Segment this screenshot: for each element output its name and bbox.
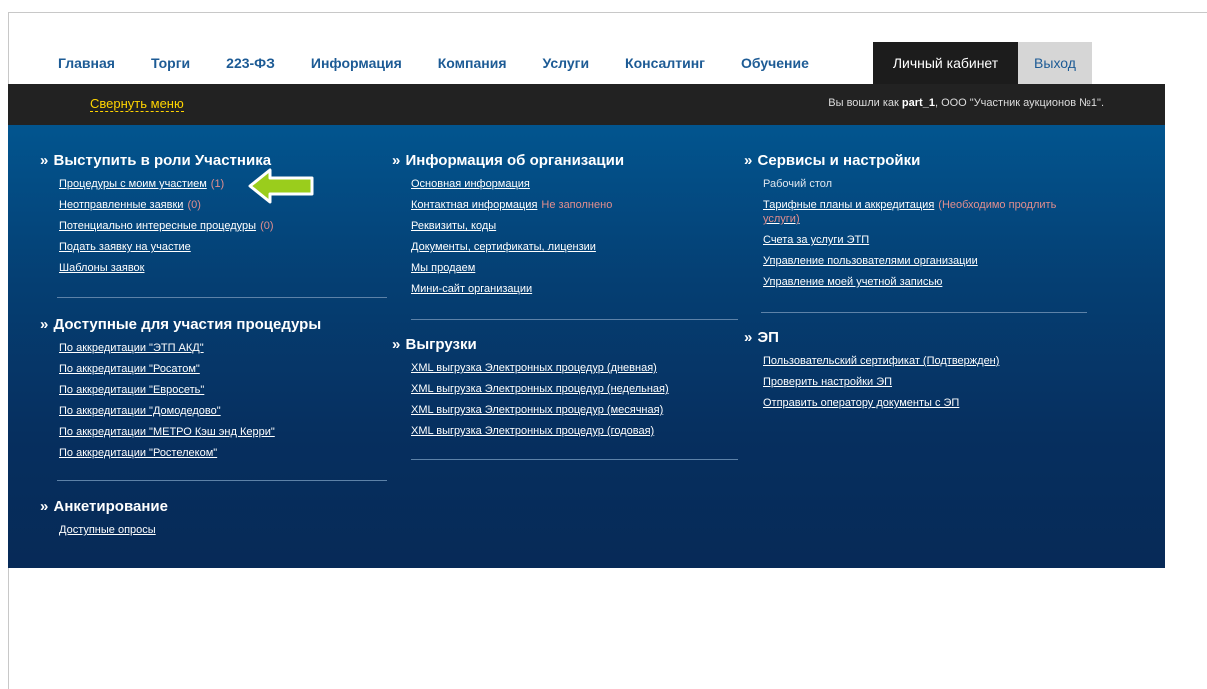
link-accreditation-rostelecom[interactable]: По аккредитации "Ростелеком" (59, 443, 321, 464)
link-send-documents-ep[interactable]: Отправить оператору документы с ЭП (763, 393, 999, 414)
section-title: » Информация об организации (392, 152, 625, 169)
highlight-arrow-icon (248, 168, 314, 204)
section-services-settings: » Сервисы и настройки Рабочий стол Тариф… (744, 151, 1056, 293)
link-xml-daily[interactable]: XML выгрузка Электронных процедур (дневн… (411, 358, 669, 379)
divider (57, 297, 387, 298)
link-mini-site[interactable]: Мини-сайт организации (411, 279, 624, 300)
warning-text: услуги) (763, 213, 800, 225)
section-survey: » Анкетирование Доступные опросы (40, 497, 168, 541)
nav-consulting[interactable]: Консалтинг (625, 55, 705, 71)
frame-top-border (8, 12, 1207, 13)
link-application-templates[interactable]: Шаблоны заявок (59, 258, 274, 279)
nav-auctions[interactable]: Торги (151, 55, 190, 71)
link-etp-invoices[interactable]: Счета за услуги ЭТП (763, 230, 1056, 251)
section-participant: » Выступить в роли Участника Процедуры с… (40, 151, 274, 279)
chevron-right-icon: » (392, 152, 401, 169)
link-accreditation-rosatom[interactable]: По аккредитации "Росатом" (59, 359, 321, 380)
section-title: » Анкетирование (40, 498, 168, 515)
link-available-surveys[interactable]: Доступные опросы (59, 520, 168, 541)
logged-in-info: Вы вошли как part_1, ООО "Участник аукци… (828, 97, 1104, 109)
count-badge: (0) (187, 199, 201, 211)
link-unsent-applications[interactable]: Неотправленные заявки (0) (59, 195, 274, 216)
divider (411, 319, 738, 320)
nav-training[interactable]: Обучение (741, 55, 809, 71)
link-interesting-procedures[interactable]: Потенциально интересные процедуры (0) (59, 216, 274, 237)
link-we-sell[interactable]: Мы продаем (411, 258, 624, 279)
chevron-right-icon: » (40, 498, 49, 515)
chevron-right-icon: » (40, 316, 49, 333)
section-exports: » Выгрузки XML выгрузка Электронных проц… (392, 335, 669, 442)
link-requisites[interactable]: Реквизиты, коды (411, 216, 624, 237)
section-ep: » ЭП Пользовательский сертификат (Подтве… (744, 328, 999, 414)
chevron-right-icon: » (744, 152, 753, 169)
nav-company[interactable]: Компания (438, 55, 507, 71)
link-manage-account[interactable]: Управление моей учетной записью (763, 272, 1056, 293)
link-manage-org-users[interactable]: Управление пользователями организации (763, 251, 1056, 272)
section-title: » Доступные для участия процедуры (40, 316, 322, 333)
main-nav: Главная Торги 223-ФЗ Информация Компания… (48, 42, 845, 84)
nav-223fz[interactable]: 223-ФЗ (226, 55, 275, 71)
link-xml-weekly[interactable]: XML выгрузка Электронных процедур (недел… (411, 379, 669, 400)
link-my-procedures[interactable]: Процедуры с моим участием (1) (59, 174, 274, 195)
count-badge: (0) (260, 220, 274, 232)
section-title: » Выгрузки (392, 336, 477, 353)
nav-services[interactable]: Услуги (543, 55, 590, 71)
count-badge: (1) (210, 178, 225, 190)
link-submit-application[interactable]: Подать заявку на участие (59, 237, 274, 258)
chevron-right-icon: » (392, 336, 401, 353)
section-available-procedures: » Доступные для участия процедуры По акк… (40, 315, 321, 464)
chevron-right-icon: » (744, 329, 753, 346)
chevron-right-icon: » (40, 152, 49, 169)
link-contact-info[interactable]: Контактная информация Не заполнено (411, 195, 624, 216)
organization-name: , ООО "Участник аукционов №1". (934, 97, 1104, 109)
tab-personal-cabinet[interactable]: Личный кабинет (873, 42, 1018, 84)
link-main-info[interactable]: Основная информация (411, 174, 624, 195)
link-user-certificate[interactable]: Пользовательский сертификат (Подтвержден… (763, 351, 999, 372)
nav-home[interactable]: Главная (58, 55, 115, 71)
desktop-label: Рабочий стол (763, 178, 833, 190)
user-bar: Свернуть меню Вы вошли как part_1, ООО "… (8, 84, 1165, 125)
link-documents[interactable]: Документы, сертификаты, лицензии (411, 237, 624, 258)
cabinet-menu-panel: » Выступить в роли Участника Процедуры с… (8, 125, 1165, 568)
collapse-menu-link[interactable]: Свернуть меню (90, 97, 184, 112)
section-title: » Сервисы и настройки (744, 152, 921, 169)
link-accreditation-etp-akd[interactable]: По аккредитации "ЭТП АКД" (59, 338, 321, 359)
logged-in-prefix: Вы вошли как (828, 97, 899, 109)
link-accreditation-domodedovo[interactable]: По аккредитации "Домодедово" (59, 401, 321, 422)
link-tariffs-accreditation[interactable]: Тарифные планы и аккредитация (Необходимо… (763, 198, 1056, 226)
link-check-ep-settings[interactable]: Проверить настройки ЭП (763, 372, 999, 393)
divider (57, 480, 387, 481)
link-accreditation-metro[interactable]: По аккредитации "МЕТРО Кэш энд Керри" (59, 422, 321, 443)
section-organization-info: » Информация об организации Основная инф… (392, 151, 624, 300)
section-title: » Выступить в роли Участника (40, 152, 272, 169)
link-xml-monthly[interactable]: XML выгрузка Электронных процедур (месяч… (411, 400, 669, 421)
section-title: » ЭП (744, 329, 779, 346)
divider (411, 459, 738, 460)
link-xml-yearly[interactable]: XML выгрузка Электронных процедур (годов… (411, 421, 669, 442)
warning-text: (Необходимо продлить (938, 199, 1057, 211)
username: part_1 (901, 97, 935, 109)
logout-button[interactable]: Выход (1018, 42, 1092, 84)
nav-information[interactable]: Информация (311, 55, 402, 71)
divider (761, 312, 1087, 313)
link-accreditation-euroset[interactable]: По аккредитации "Евросеть" (59, 380, 321, 401)
warning-text: Не заполнено (541, 199, 613, 211)
